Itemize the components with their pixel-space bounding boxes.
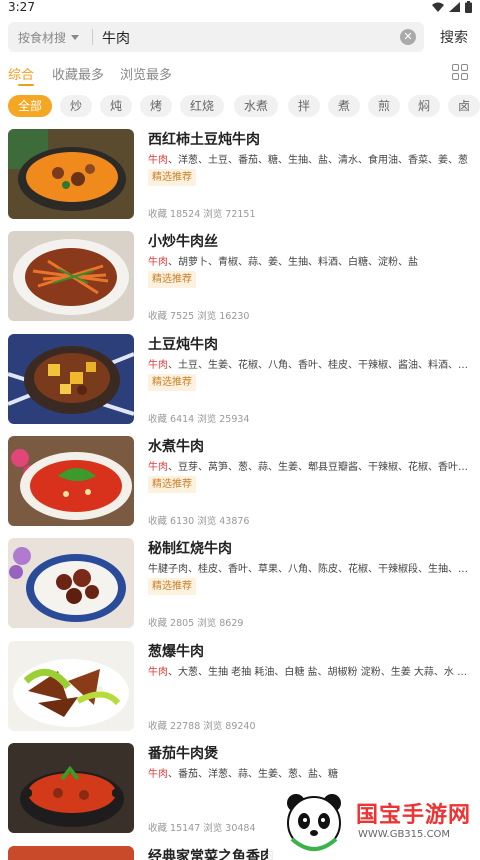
chip-roast[interactable]: 烤 — [140, 95, 173, 117]
recipe-title: 土豆炖牛肉 — [148, 337, 218, 353]
recipe-title: 经典家常菜之鱼香肉 — [148, 849, 274, 860]
featured-badge: 精选推荐 — [148, 476, 196, 493]
chip-stir-fry[interactable]: 炒 — [60, 95, 93, 117]
active-tab-indicator — [18, 84, 34, 86]
recipe-stats: 收藏 6414 浏览 25934 — [148, 414, 250, 425]
recipe-ingredients: 牛腱子肉、桂皮、香叶、草果、八角、陈皮、花椒、干辣椒段、生抽、老... — [148, 564, 468, 575]
recipe-title: 番茄牛肉煲 — [148, 746, 218, 762]
search-input[interactable]: 牛肉 — [102, 28, 130, 48]
tab-most-viewed[interactable]: 浏览最多 — [120, 64, 172, 83]
recipe-title: 秘制红烧牛肉 — [148, 541, 232, 557]
recipe-stats: 收藏 22788 浏览 89240 — [148, 721, 256, 732]
featured-badge: 精选推荐 — [148, 271, 196, 288]
recipe-title: 水煮牛肉 — [148, 439, 204, 455]
tab-most-favorited[interactable]: 收藏最多 — [52, 64, 104, 83]
recipe-image — [8, 436, 134, 526]
chip-braise[interactable]: 红烧 — [180, 95, 225, 117]
status-icons — [432, 1, 472, 13]
featured-badge: 精选推荐 — [148, 578, 196, 595]
recipe-stats: 收藏 6130 浏览 43876 — [148, 516, 250, 527]
wifi-icon — [432, 2, 444, 12]
signal-icon — [449, 2, 460, 12]
recipe-item[interactable]: 土豆炖牛肉 牛肉、土豆、生姜、花椒、八角、香叶、桂皮、干辣椒、酱油、料酒、盐..… — [8, 334, 472, 425]
search-filter-dropdown[interactable]: 按食材搜 — [18, 29, 80, 46]
recipe-ingredients: 牛肉、胡萝卜、青椒、蒜、姜、生抽、料酒、白糖、淀粉、盐 — [148, 257, 418, 268]
recipe-stats: 收藏 2805 浏览 8629 — [148, 618, 244, 629]
watermark: 国宝手游网 WWW.GB315.COM — [268, 783, 480, 860]
recipe-stats: 收藏 15147 浏览 30484 — [148, 823, 256, 834]
recipe-image — [8, 743, 134, 833]
tab-comprehensive[interactable]: 综合 — [8, 64, 34, 83]
chip-pan-fry[interactable]: 煎 — [368, 95, 401, 117]
chip-marinate[interactable]: 卤 — [448, 95, 480, 117]
recipe-image — [8, 231, 134, 321]
recipe-ingredients: 牛肉、大葱、生抽 老抽 耗油、白糖 盐、胡椒粉 淀粉、生姜 大蒜、水 食用... — [148, 667, 468, 678]
recipe-ingredients: 牛肉、洋葱、土豆、番茄、糖、生抽、盐、清水、食用油、香菜、姜、葱 — [148, 155, 468, 166]
chevron-down-icon — [71, 35, 80, 40]
search-divider — [92, 29, 93, 45]
recipe-ingredients: 牛肉、豆芽、莴笋、葱、蒜、生姜、郫县豆瓣酱、干辣椒、花椒、香叶、... — [148, 462, 468, 473]
recipe-item[interactable]: 秘制红烧牛肉 牛腱子肉、桂皮、香叶、草果、八角、陈皮、花椒、干辣椒段、生抽、老.… — [8, 538, 472, 629]
chip-mix[interactable]: 拌 — [288, 95, 321, 117]
grid-view-icon[interactable] — [452, 64, 468, 80]
search-filter-label: 按食材搜 — [18, 31, 67, 45]
search-box[interactable]: 按食材搜 牛肉 ✕ — [8, 22, 424, 52]
watermark-url: WWW.GB315.COM — [358, 829, 451, 840]
sort-tabs: 综合 收藏最多 浏览最多 — [8, 62, 472, 86]
recipe-ingredients: 牛肉、土豆、生姜、花椒、八角、香叶、桂皮、干辣椒、酱油、料酒、盐... — [148, 360, 468, 371]
chip-simmer[interactable]: 焖 — [408, 95, 441, 117]
search-button[interactable]: 搜索 — [440, 27, 468, 47]
status-bar: 3:27 — [0, 0, 480, 16]
recipe-item[interactable]: 西红柿土豆炖牛肉 牛肉、洋葱、土豆、番茄、糖、生抽、盐、清水、食用油、香菜、姜、… — [8, 129, 472, 220]
watermark-brand: 国宝手游网 — [356, 803, 472, 828]
recipe-title: 葱爆牛肉 — [148, 644, 204, 660]
chip-poach[interactable]: 水煮 — [234, 95, 279, 117]
chip-stew[interactable]: 炖 — [100, 95, 133, 117]
chip-boil[interactable]: 煮 — [328, 95, 361, 117]
recipe-item[interactable]: 葱爆牛肉 牛肉、大葱、生抽 老抽 耗油、白糖 盐、胡椒粉 淀粉、生姜 大蒜、水 … — [8, 641, 472, 732]
featured-badge: 精选推荐 — [148, 374, 196, 391]
featured-badge: 精选推荐 — [148, 169, 196, 186]
recipe-title: 西红柿土豆炖牛肉 — [148, 132, 260, 148]
search-row: 按食材搜 牛肉 ✕ 搜索 — [8, 22, 472, 52]
recipe-ingredients: 牛肉、番茄、洋葱、蒜、生姜、葱、盐、糖 — [148, 769, 338, 780]
clear-icon[interactable]: ✕ — [400, 29, 416, 45]
recipe-stats: 收藏 18524 浏览 72151 — [148, 209, 256, 220]
chip-all[interactable]: 全部 — [8, 95, 53, 117]
recipe-stats: 收藏 7525 浏览 16230 — [148, 311, 250, 322]
panda-logo-icon — [287, 794, 341, 851]
recipe-item[interactable]: 水煮牛肉 牛肉、豆芽、莴笋、葱、蒜、生姜、郫县豆瓣酱、干辣椒、花椒、香叶、...… — [8, 436, 472, 527]
recipe-image — [8, 538, 134, 628]
recipe-image — [8, 641, 134, 731]
recipe-title: 小炒牛肉丝 — [148, 234, 218, 250]
status-time: 3:27 — [8, 0, 35, 14]
battery-icon — [465, 1, 472, 13]
recipe-image — [8, 334, 134, 424]
recipe-image — [8, 846, 134, 860]
recipe-image — [8, 129, 134, 219]
method-chip-row: 全部 炒 炖 烤 红烧 水煮 拌 煮 煎 焖 卤 — [8, 95, 480, 117]
recipe-item[interactable]: 小炒牛肉丝 牛肉、胡萝卜、青椒、蒜、姜、生抽、料酒、白糖、淀粉、盐 精选推荐 收… — [8, 231, 472, 322]
